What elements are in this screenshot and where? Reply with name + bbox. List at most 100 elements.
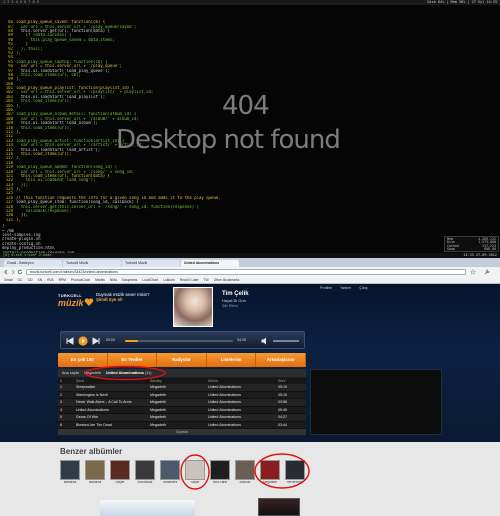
promo-image[interactable] xyxy=(258,498,300,516)
track-title[interactable]: Blessed Are The Dead xyxy=(76,422,150,429)
track-title[interactable]: Never Walk Alone... A Call To Arms xyxy=(76,399,150,406)
breadcrumb-home[interactable]: Ana sayfa xyxy=(62,371,79,375)
shell-output[interactable]: } ~ /mm less-samples.log create-plugin.sh cr… xyxy=(2,211,202,253)
volume-icon[interactable] xyxy=(260,336,270,346)
table-row[interactable]: 6 Blessed Are The Dead Megadeth United Abom… xyxy=(58,421,306,429)
track-artist[interactable]: Megadeth xyxy=(150,414,208,421)
track-artist[interactable]: Megadeth xyxy=(150,392,208,399)
album-tile[interactable]: Anthrax xyxy=(235,460,255,487)
bookmark-item[interactable]: Easynews xyxy=(122,276,137,283)
album-caption[interactable]: Slayer xyxy=(110,481,130,487)
nav-tab[interactable]: Listelerim xyxy=(207,353,257,367)
track-album[interactable]: United Abominations xyxy=(208,407,278,414)
track-title[interactable]: United Abominations xyxy=(76,407,150,414)
reload-icon[interactable] xyxy=(17,268,23,275)
track-album[interactable]: United Abominations xyxy=(208,384,278,391)
album-caption[interactable]: Testament xyxy=(160,481,180,487)
track-album[interactable]: United Abominations xyxy=(208,399,278,406)
track-artist[interactable]: Megadeth xyxy=(150,407,208,414)
next-icon[interactable] xyxy=(91,336,101,346)
album-tile[interactable]: Annihilator xyxy=(135,460,155,487)
bookmark-item[interactable]: LucidChart xyxy=(142,276,158,283)
star-icon[interactable] xyxy=(470,268,476,275)
bookmark-item[interactable]: GD xyxy=(28,276,33,283)
breadcrumb-artist[interactable]: Megadeth xyxy=(84,371,101,375)
album-tile[interactable]: Metallica xyxy=(60,460,80,487)
signup-promo[interactable]: Duymak müzik sever misin? Şimdi üye ol! xyxy=(96,292,168,303)
album-caption[interactable]: Nevermore xyxy=(285,481,305,487)
album-caption[interactable]: Slayer xyxy=(185,481,205,487)
album-caption[interactable]: Megadeth xyxy=(260,481,280,487)
bookmark-item[interactable]: SN xyxy=(38,276,43,283)
site-top-link[interactable]: Profilim xyxy=(320,286,332,291)
promo-image[interactable] xyxy=(100,500,195,516)
album-cover[interactable] xyxy=(260,460,280,480)
album-cover[interactable] xyxy=(135,460,155,480)
table-row[interactable]: 1 Sleepwalker Megadeth United Abominations 0… xyxy=(58,384,306,392)
site-top-link[interactable]: Çıkış xyxy=(359,286,367,291)
album-tile[interactable]: Nevermore xyxy=(285,460,305,487)
nav-tab[interactable]: Radyolar xyxy=(157,353,207,367)
previous-icon[interactable] xyxy=(65,336,75,346)
address-bar[interactable]: muzik.turkcell.com.tr/album/34423/united… xyxy=(26,268,466,275)
track-album[interactable]: United Abominations xyxy=(208,414,278,421)
table-row[interactable]: 2 Washington Is Next! Megadeth United Abomi… xyxy=(58,391,306,399)
browser-tab[interactable]: Turkcell Müzik xyxy=(63,260,121,267)
breadcrumb-album[interactable]: United Abominations xyxy=(106,371,144,375)
bookmark-item[interactable]: Lokkum xyxy=(163,276,175,283)
bookmark-item[interactable]: Mantis xyxy=(95,276,105,283)
track-title[interactable]: Sleepwalker xyxy=(76,384,150,391)
volume-slider[interactable] xyxy=(273,340,299,342)
site-top-link[interactable]: Yardım xyxy=(340,286,351,291)
browser-tab[interactable]: Turkcell Müzik xyxy=(122,260,180,267)
now-playing-artist[interactable]: Tim Çelik xyxy=(222,291,312,298)
track-album[interactable]: United Abominations xyxy=(208,422,278,429)
now-playing-cover[interactable] xyxy=(173,287,213,327)
album-cover[interactable] xyxy=(160,460,180,480)
bookmark-item[interactable]: TW xyxy=(204,276,209,283)
track-artist[interactable]: Megadeth xyxy=(150,399,208,406)
album-tile[interactable]: Metallica xyxy=(85,460,105,487)
table-row[interactable]: 5 Gears Of War Megadeth United Abominations… xyxy=(58,414,306,422)
browser-tab[interactable]: United Abominations xyxy=(181,260,239,267)
album-cover[interactable] xyxy=(85,460,105,480)
album-caption[interactable]: Annihilator xyxy=(135,481,155,487)
album-caption[interactable]: Metallica xyxy=(85,481,105,487)
table-row[interactable]: 4 United Abominations Megadeth United Abomi… xyxy=(58,406,306,414)
progress-slider[interactable] xyxy=(125,340,233,342)
bookmark-item[interactable]: RPM xyxy=(59,276,66,283)
bookmark-item[interactable]: Read it Later xyxy=(180,276,199,283)
track-artist[interactable]: Megadeth xyxy=(150,422,208,429)
album-tile[interactable]: Megadeth xyxy=(260,460,280,487)
album-cover[interactable] xyxy=(210,460,230,480)
play-icon[interactable] xyxy=(78,336,88,346)
album-cover[interactable] xyxy=(60,460,80,480)
back-icon[interactable] xyxy=(3,269,9,275)
wrench-icon[interactable] xyxy=(484,269,490,275)
bookmark-item[interactable]: RVA xyxy=(47,276,53,283)
album-tile[interactable]: Iced Earth xyxy=(210,460,230,487)
bookmark-item[interactable]: ProductCode xyxy=(71,276,90,283)
album-cover[interactable] xyxy=(285,460,305,480)
track-title[interactable]: Washington Is Next! xyxy=(76,392,150,399)
bookmark-item[interactable]: NMA xyxy=(110,276,117,283)
track-album[interactable]: United Abominations xyxy=(208,392,278,399)
album-tile[interactable]: Testament xyxy=(160,460,180,487)
site-logo[interactable]: TURKCELL müzik xyxy=(58,293,94,315)
album-cover[interactable] xyxy=(110,460,130,480)
nav-tab[interactable]: En çok 100 xyxy=(58,353,108,367)
pagination[interactable]: Sayfalar xyxy=(58,429,306,435)
track-title[interactable]: Gears Of War xyxy=(76,414,150,421)
album-caption[interactable]: Iced Earth xyxy=(210,481,230,487)
track-artist[interactable]: Megadeth xyxy=(150,384,208,391)
terminal-window[interactable]: 86 load_play_queue_saved: function(cb) {8… xyxy=(0,5,500,253)
album-tile[interactable]: Slayer xyxy=(110,460,130,487)
nav-tab[interactable]: Arkadaşlarım xyxy=(256,353,306,367)
bookmark-item[interactable]: GC xyxy=(18,276,23,283)
album-caption[interactable]: Anthrax xyxy=(235,481,255,487)
album-tile[interactable]: Slayer xyxy=(185,460,205,487)
table-row[interactable]: 3 Never Walk Alone... A Call To Arms Megad… xyxy=(58,399,306,407)
bookmark-item[interactable]: Other Bookmarks xyxy=(214,276,240,283)
album-caption[interactable]: Metallica xyxy=(60,481,80,487)
bookmark-item[interactable]: Gmail xyxy=(4,276,13,283)
